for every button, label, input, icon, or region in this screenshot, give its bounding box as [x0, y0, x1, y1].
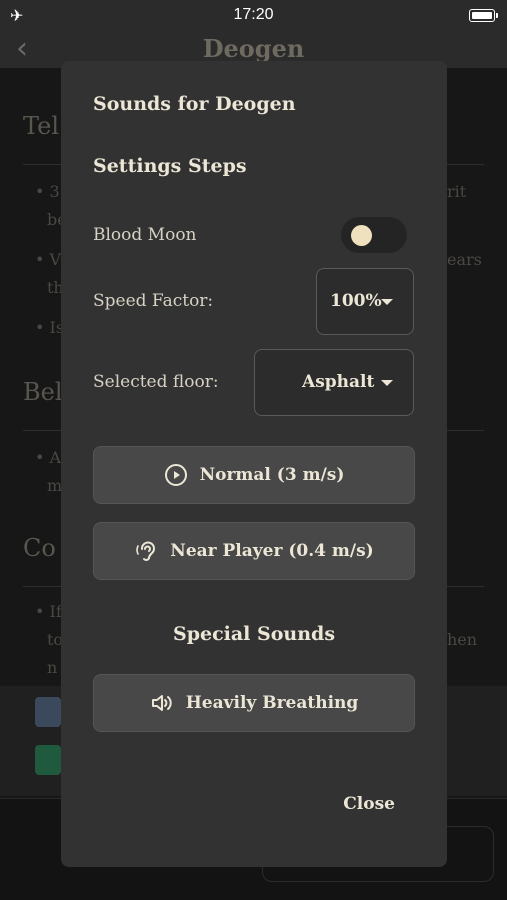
normal-speed-label: Normal (3 m/s) — [199, 465, 345, 485]
chevron-down-icon — [381, 299, 393, 305]
speed-factor-select[interactable]: 100% — [316, 268, 414, 335]
nav-title: Deogen — [202, 34, 305, 63]
bg-text: • Is — [35, 318, 65, 337]
floor-value: Asphalt — [302, 372, 375, 392]
bg-text: n — [47, 658, 58, 677]
bg-text: • A — [35, 448, 62, 467]
speaker-icon — [151, 695, 172, 711]
speed-factor-value: 100% — [330, 291, 382, 311]
heavily-breathing-button[interactable]: Heavily Breathing — [93, 674, 415, 732]
chevron-down-icon — [381, 380, 393, 386]
bg-text: m — [47, 476, 63, 495]
modal-title: Sounds for Deogen — [93, 93, 296, 115]
bg-text: hen — [447, 630, 478, 649]
normal-speed-button[interactable]: Normal (3 m/s) — [93, 446, 415, 504]
sounds-modal: Sounds for Deogen Settings Steps Blood M… — [61, 61, 447, 867]
battery-icon — [469, 9, 498, 22]
close-button[interactable]: Close — [343, 794, 395, 814]
bg-heading-2: Bel — [23, 378, 63, 406]
toggle-knob — [351, 225, 372, 246]
ear-icon — [136, 541, 156, 561]
speed-factor-label: Speed Factor: — [93, 291, 214, 311]
status-bar: ✈ 17:20 — [0, 0, 507, 32]
bg-text: • 3 — [35, 182, 60, 201]
special-sounds-title: Special Sounds — [172, 623, 336, 645]
settings-steps-title: Settings Steps — [93, 155, 247, 177]
near-player-button[interactable]: Near Player (0.4 m/s) — [93, 522, 415, 580]
status-time: 17:20 — [233, 6, 274, 23]
bg-text: • V — [35, 250, 62, 269]
bg-text: ears — [447, 250, 482, 269]
bg-heading-1: Tel — [23, 112, 60, 140]
blood-moon-label: Blood Moon — [93, 225, 197, 245]
play-circle-icon — [164, 464, 187, 486]
heavily-breathing-label: Heavily Breathing — [185, 693, 359, 713]
ghost-icon — [35, 697, 61, 727]
bg-text: rit — [447, 182, 467, 201]
bg-heading-3: Co — [23, 534, 56, 562]
selected-floor-label: Selected floor: — [93, 372, 219, 392]
floor-select[interactable]: Asphalt — [254, 349, 414, 416]
bg-text: • If — [35, 602, 62, 621]
near-player-label: Near Player (0.4 m/s) — [170, 541, 374, 561]
item-icon — [35, 745, 61, 775]
blood-moon-toggle[interactable] — [341, 217, 407, 253]
